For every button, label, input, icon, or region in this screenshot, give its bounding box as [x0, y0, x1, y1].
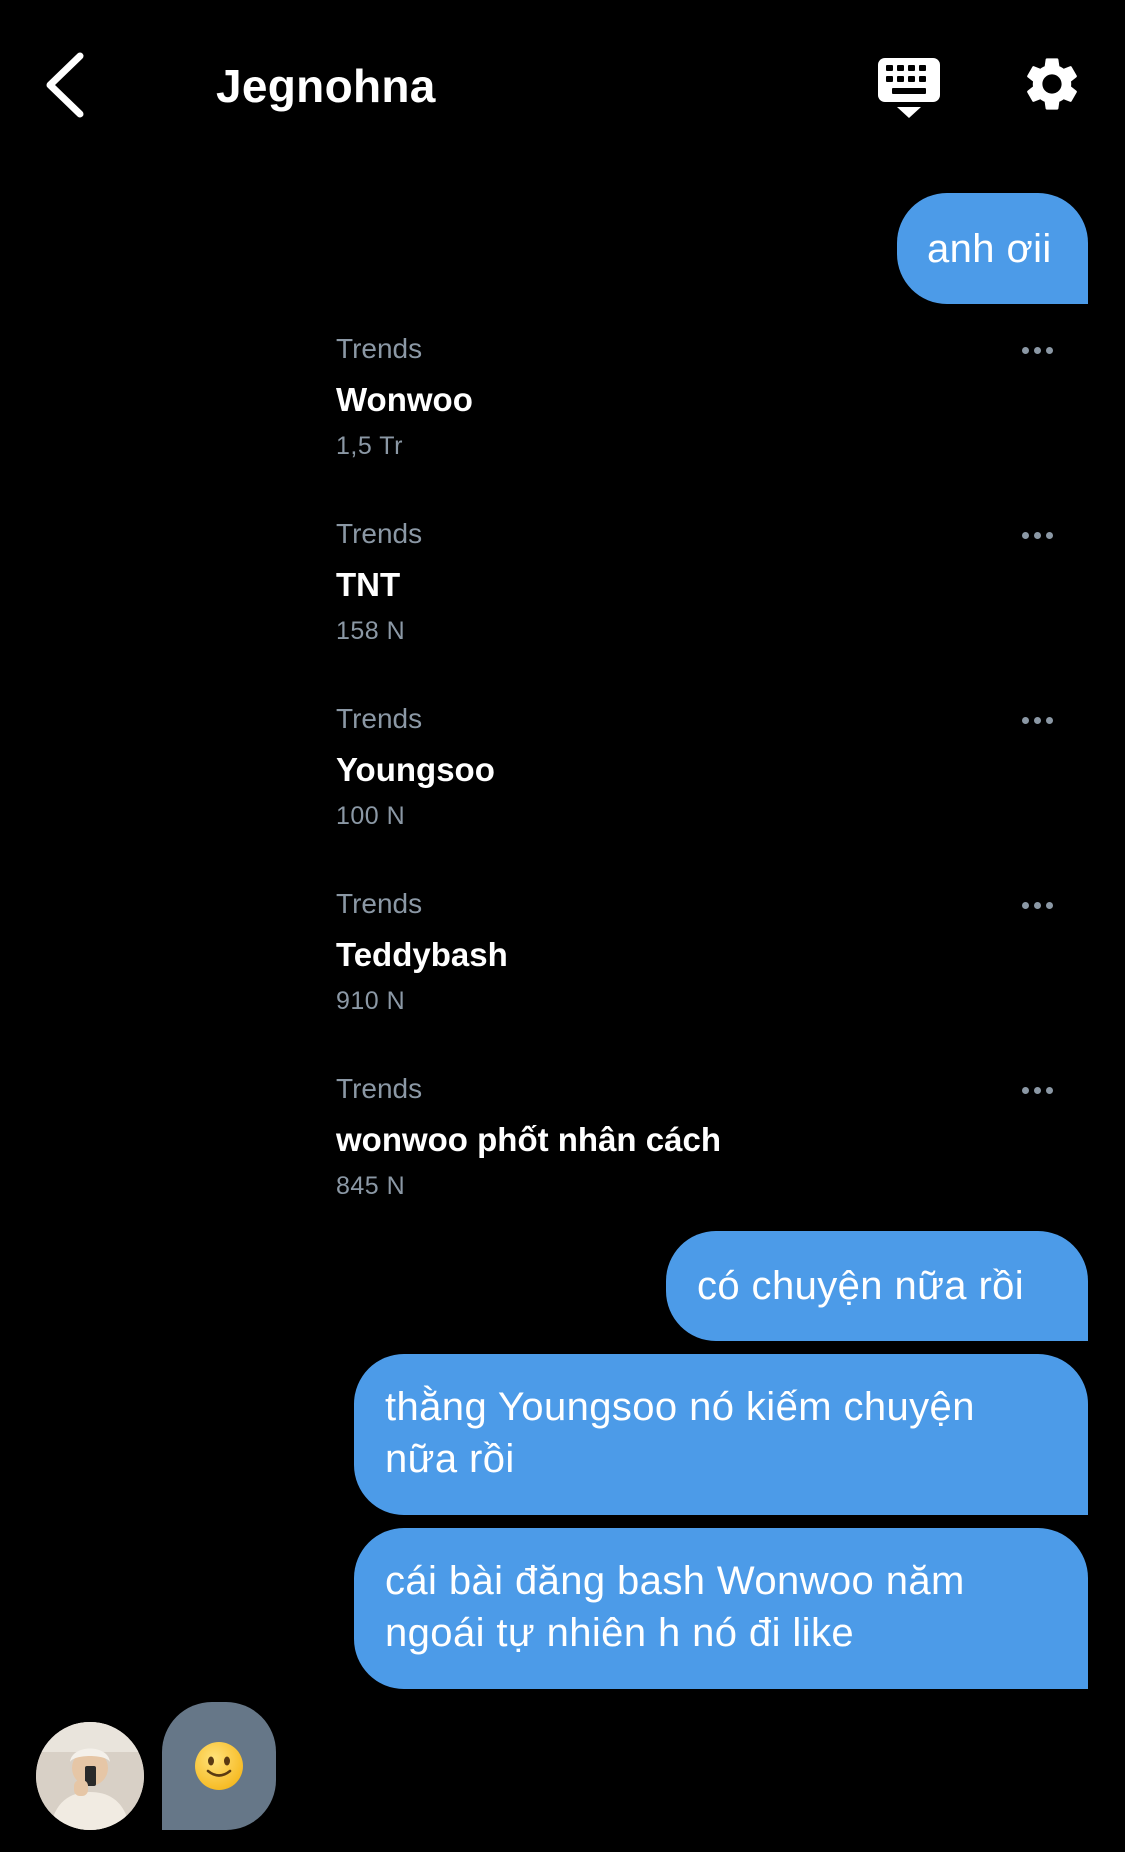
more-dot-icon — [1046, 532, 1053, 539]
trend-name: Teddybash — [336, 936, 508, 973]
settings-button[interactable] — [1020, 52, 1084, 116]
more-options-button[interactable] — [1020, 708, 1060, 732]
more-dot-icon — [1034, 717, 1041, 724]
chevron-left-icon — [46, 52, 84, 118]
trend-count: 100 N — [336, 802, 406, 830]
more-options-button[interactable] — [1020, 338, 1060, 362]
more-dot-icon — [1034, 1087, 1041, 1094]
more-dot-icon — [1046, 902, 1053, 909]
trend-count: 158 N — [336, 617, 406, 645]
more-dot-icon — [1034, 902, 1041, 909]
trend-item[interactable]: Trends Teddybash 910 N — [336, 887, 1056, 1037]
more-options-button[interactable] — [1020, 523, 1060, 547]
sent-message-bubble[interactable]: cái bài đăng bash Wonwoo năm ngoái tự nh… — [354, 1528, 1088, 1689]
trend-item[interactable]: Trends wonwoo phốt nhân cách 845 N — [336, 1072, 1056, 1222]
trend-name: Wonwoo — [336, 381, 473, 418]
back-button[interactable] — [38, 50, 94, 120]
trend-item[interactable]: Trends Wonwoo 1,5 Tr — [336, 332, 1056, 482]
message-text-line: ngoái tự nhiên h nó đi like — [385, 1611, 855, 1655]
gear-icon — [1027, 58, 1077, 110]
more-dot-icon — [1022, 347, 1029, 354]
more-dot-icon — [1022, 902, 1029, 909]
slightly-smiling-face-icon — [195, 1742, 243, 1790]
trend-item[interactable]: Trends Youngsoo 100 N — [336, 702, 1056, 852]
message-text-line: thằng Youngsoo nó kiếm chuyện — [385, 1385, 975, 1429]
conversation-title[interactable]: Jegnohna — [216, 58, 436, 114]
trend-category: Trends — [336, 888, 423, 919]
trend-item[interactable]: Trends TNT 158 N — [336, 517, 1056, 667]
more-dot-icon — [1034, 532, 1041, 539]
keyboard-icon — [878, 58, 940, 118]
sent-message-bubble[interactable]: có chuyện nữa rồi — [666, 1231, 1088, 1341]
sent-message-bubble[interactable]: thằng Youngsoo nó kiếm chuyện nữa rồi — [354, 1354, 1088, 1515]
message-text: có chuyện nữa rồi — [697, 1264, 1025, 1308]
more-options-button[interactable] — [1020, 893, 1060, 917]
conversation-header: Jegnohna — [0, 0, 1125, 170]
more-dot-icon — [1046, 1087, 1053, 1094]
more-dot-icon — [1046, 717, 1053, 724]
trend-name: wonwoo phốt nhân cách — [336, 1121, 721, 1158]
avatar[interactable] — [36, 1722, 144, 1830]
trend-count: 910 N — [336, 987, 406, 1015]
trend-name: Youngsoo — [336, 751, 495, 788]
keyboard-toggle-button[interactable] — [876, 56, 942, 120]
trend-category: Trends — [336, 333, 423, 364]
trend-name: TNT — [336, 566, 401, 603]
more-dot-icon — [1022, 1087, 1029, 1094]
message-text: anh ơii — [927, 227, 1052, 271]
message-text-line: nữa rồi — [385, 1437, 515, 1481]
received-message-bubble[interactable] — [162, 1702, 276, 1830]
trend-category: Trends — [336, 703, 423, 734]
trend-category: Trends — [336, 1073, 423, 1104]
profile-photo — [36, 1722, 144, 1830]
more-dot-icon — [1034, 347, 1041, 354]
trend-category: Trends — [336, 518, 423, 549]
more-dot-icon — [1022, 532, 1029, 539]
sent-message-bubble[interactable]: anh ơii — [897, 193, 1088, 304]
trend-count: 1,5 Tr — [336, 432, 403, 460]
more-dot-icon — [1022, 717, 1029, 724]
more-dot-icon — [1046, 347, 1053, 354]
more-options-button[interactable] — [1020, 1078, 1060, 1102]
message-text-line: cái bài đăng bash Wonwoo năm — [385, 1559, 965, 1603]
trend-count: 845 N — [336, 1172, 406, 1200]
